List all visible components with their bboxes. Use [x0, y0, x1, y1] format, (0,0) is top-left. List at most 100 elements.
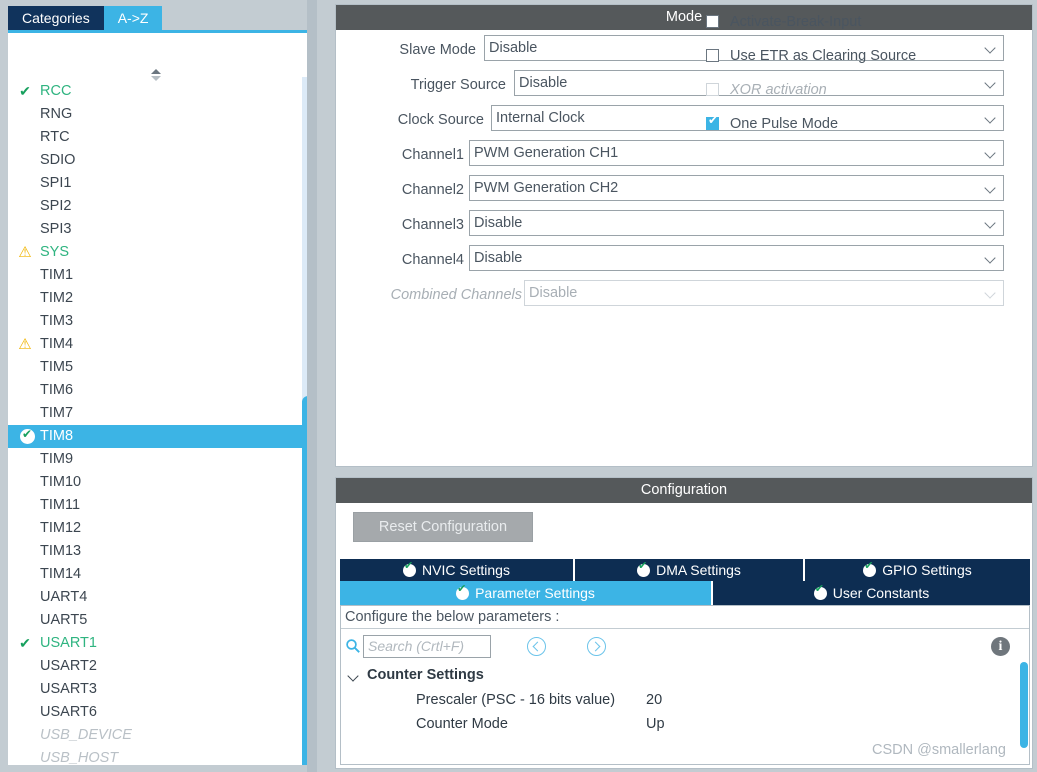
tab-gpio-settings[interactable]: GPIO Settings: [805, 559, 1030, 581]
search-next-button[interactable]: [587, 637, 606, 656]
checkbox-empty-icon: [706, 15, 719, 28]
sidebar-item-label: USART2: [40, 658, 97, 674]
mode-select-channel2[interactable]: PWM Generation CH2: [469, 175, 1004, 201]
sidebar-item-tim3[interactable]: TIM3: [8, 310, 313, 333]
mode-row: Slave Mode Disable: [336, 35, 1032, 70]
tree-group-header[interactable]: Counter Settings: [341, 663, 1029, 688]
sidebar-item-usb_host[interactable]: USB_HOST: [8, 747, 313, 765]
sidebar-item-tim13[interactable]: TIM13: [8, 540, 313, 563]
warning-icon: ⚠: [18, 244, 32, 261]
status-placeholder: [16, 586, 34, 609]
sidebar-item-tim9[interactable]: TIM9: [8, 448, 313, 471]
sidebar-item-usart1[interactable]: ✔ USART1: [8, 632, 313, 655]
checkbox-use-etr-as-clearing-source[interactable]: Use ETR as Clearing Source: [706, 39, 916, 73]
status-placeholder: [16, 195, 34, 218]
tab-user-constants[interactable]: User Constants: [713, 581, 1030, 605]
sidebar-item-usb_device[interactable]: USB_DEVICE: [8, 724, 313, 747]
sidebar-item-tim11[interactable]: TIM11: [8, 494, 313, 517]
mode-select-channel1[interactable]: PWM Generation CH1: [469, 140, 1004, 166]
sidebar-item-label: TIM8: [40, 428, 74, 444]
sidebar-item-label: SPI3: [40, 221, 72, 237]
info-icon[interactable]: [991, 637, 1010, 656]
mode-select-channel4[interactable]: Disable: [469, 245, 1004, 271]
status-placeholder: [16, 701, 34, 724]
tab-a-to-z[interactable]: A->Z: [103, 6, 163, 30]
checkbox-xor-activation: XOR activation: [706, 73, 916, 107]
checkbox-one-pulse-mode[interactable]: One Pulse Mode: [706, 107, 916, 141]
configuration-group: Configuration Reset Configuration NVIC S…: [335, 477, 1033, 769]
tab-nvic-settings[interactable]: NVIC Settings: [340, 559, 575, 581]
config-pane: Mode Slave Mode Disable Trigger Source Disa…: [330, 0, 1037, 772]
check-circle-icon: [16, 425, 35, 448]
sidebar-item-rng[interactable]: RNG: [8, 103, 313, 126]
sidebar-item-label: TIM6: [40, 382, 74, 398]
sidebar-item-rcc[interactable]: ✔ RCC: [8, 80, 313, 103]
parameter-scrollbar-thumb[interactable]: [1020, 662, 1028, 748]
select-value: PWM Generation CH1: [474, 145, 619, 161]
search-input[interactable]: Search (Crtl+F): [363, 635, 491, 658]
sidebar-item-sdio[interactable]: SDIO: [8, 149, 313, 172]
sidebar-item-tim5[interactable]: TIM5: [8, 356, 313, 379]
status-placeholder: [16, 609, 34, 632]
sidebar-item-tim6[interactable]: TIM6: [8, 379, 313, 402]
select-value: PWM Generation CH2: [474, 180, 619, 196]
status-placeholder: [16, 655, 34, 678]
status-placeholder: [16, 126, 34, 149]
parameter-value[interactable]: 20: [646, 688, 662, 712]
sidebar-item-label: USB_HOST: [40, 750, 119, 765]
warning-icon: ⚠: [18, 336, 32, 353]
sidebar-item-label: TIM1: [40, 267, 74, 283]
configuration-tabs-row-1: NVIC Settings DMA Settings GPIO Settings: [340, 559, 1030, 581]
reset-configuration-button[interactable]: Reset Configuration: [353, 512, 533, 542]
sidebar-item-spi2[interactable]: SPI2: [8, 195, 313, 218]
sidebar-item-tim4[interactable]: ⚠ TIM4: [8, 333, 313, 356]
tab-dma-settings[interactable]: DMA Settings: [575, 559, 805, 581]
sidebar-item-label: TIM4: [40, 336, 74, 352]
sidebar-item-sys[interactable]: ⚠ SYS: [8, 241, 313, 264]
checkbox-activate-break-input[interactable]: Activate-Break-Input: [706, 5, 916, 39]
sidebar-item-tim2[interactable]: TIM2: [8, 287, 313, 310]
sidebar-item-label: TIM3: [40, 313, 74, 329]
sidebar-item-usart6[interactable]: USART6: [8, 701, 313, 724]
sidebar-item-label: USB_DEVICE: [40, 727, 132, 743]
sidebar-item-usart2[interactable]: USART2: [8, 655, 313, 678]
configuration-group-title: Configuration: [336, 478, 1032, 503]
sidebar-item-spi3[interactable]: SPI3: [8, 218, 313, 241]
sidebar-item-tim8[interactable]: TIM8: [8, 425, 313, 448]
sidebar-item-spi1[interactable]: SPI1: [8, 172, 313, 195]
parameter-value[interactable]: Up: [646, 712, 665, 736]
parameter-name: Prescaler (PSC - 16 bits value): [416, 692, 616, 708]
mode-label-clock-source: Clock Source: [397, 112, 484, 128]
status-placeholder: [16, 103, 34, 126]
sidebar-item-uart4[interactable]: UART4: [8, 586, 313, 609]
sidebar-item-tim7[interactable]: TIM7: [8, 402, 313, 425]
tree-group-label: Counter Settings: [367, 667, 484, 683]
peripheral-list-frame: ✔ RCC RNG RTC SDIO SPI1 SPI2 SPI3 ⚠ SYS TIM1 TIM2 TI…: [8, 30, 313, 765]
sidebar-item-uart5[interactable]: UART5: [8, 609, 313, 632]
status-placeholder: [16, 494, 34, 517]
checkbox-empty-icon: [706, 49, 719, 62]
configure-hint-text: Configure the below parameters :: [341, 606, 1029, 629]
tab-label: NVIC Settings: [422, 562, 510, 578]
mode-label-channel4: Channel4: [401, 252, 464, 268]
parameter-row[interactable]: Prescaler (PSC - 16 bits value) 20: [341, 688, 1029, 712]
mode-select-channel3[interactable]: Disable: [469, 210, 1004, 236]
check-circle-icon: [813, 583, 827, 600]
tab-categories[interactable]: Categories: [8, 6, 104, 30]
sidebar-item-label: RCC: [40, 83, 72, 99]
search-prev-button[interactable]: [527, 637, 546, 656]
sidebar-item-usart3[interactable]: USART3: [8, 678, 313, 701]
parameter-row[interactable]: Counter Mode Up: [341, 712, 1029, 736]
sidebar-item-tim12[interactable]: TIM12: [8, 517, 313, 540]
search-icon: [345, 638, 361, 654]
sidebar-item-tim14[interactable]: TIM14: [8, 563, 313, 586]
chevron-down-icon[interactable]: [349, 672, 358, 681]
parameter-name: Counter Mode: [416, 716, 508, 732]
sidebar-item-tim10[interactable]: TIM10: [8, 471, 313, 494]
checkbox-label: One Pulse Mode: [730, 116, 839, 132]
select-value: Disable: [519, 75, 568, 91]
sidebar-item-rtc[interactable]: RTC: [8, 126, 313, 149]
tab-parameter-settings[interactable]: Parameter Settings: [340, 581, 713, 605]
sidebar-item-tim1[interactable]: TIM1: [8, 264, 313, 287]
tab-label: DMA Settings: [656, 562, 741, 578]
